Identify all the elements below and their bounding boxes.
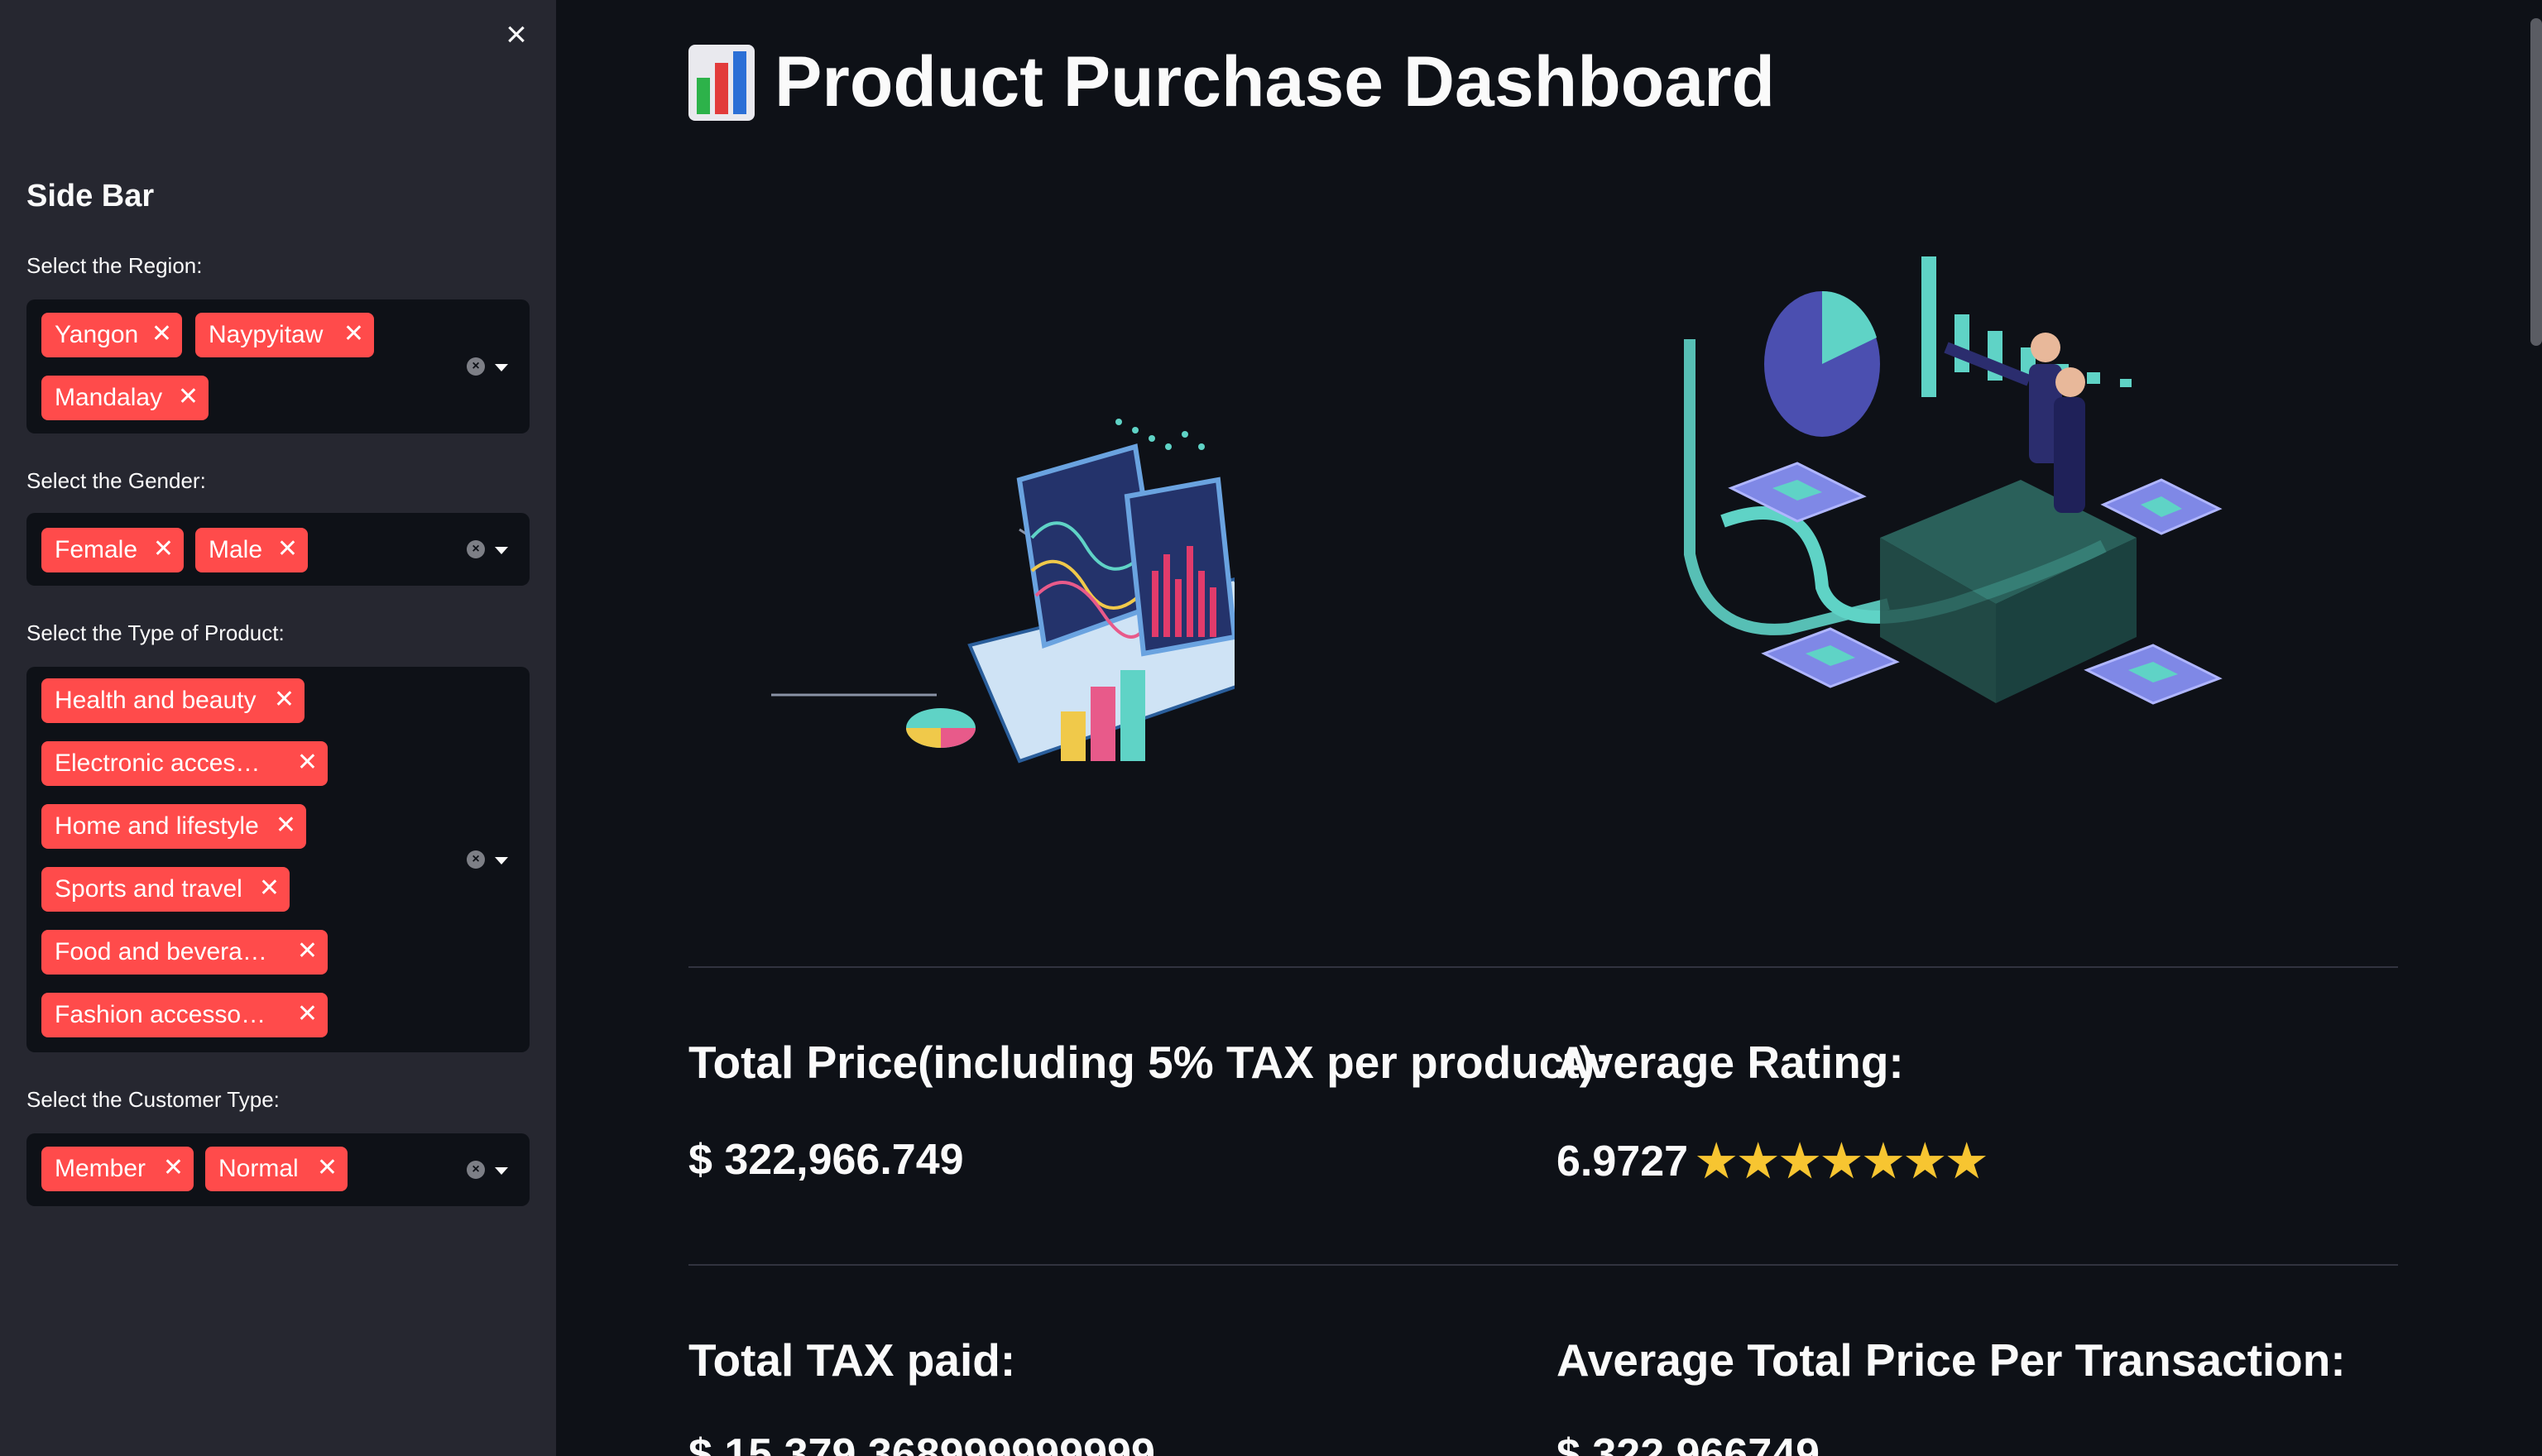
tag-label: Normal [218, 1155, 299, 1182]
remove-tag-icon[interactable]: ✕ [277, 528, 298, 571]
region-multiselect[interactable]: Yangon ✕ Naypyitaw ✕ Mandalay ✕ × [26, 299, 530, 433]
tag-label: Health and beauty [55, 687, 257, 714]
customer-type-multiselect[interactable]: Member ✕ Normal ✕ × [26, 1133, 530, 1206]
tag-label: Yangon [55, 321, 139, 348]
region-label: Select the Region: [26, 253, 203, 278]
average-rating-label: Average Rating: [1556, 1037, 1904, 1088]
product-tag: Health and beauty ✕ [41, 678, 305, 723]
rating-stars-icon: ★★★★★★★ [1696, 1137, 1988, 1186]
chevron-down-icon[interactable] [495, 364, 508, 371]
total-price-value: $ 322,966.749 [688, 1136, 964, 1184]
remove-tag-icon[interactable]: ✕ [317, 1147, 338, 1190]
total-price-label: Total Price(including 5% TAX per product… [688, 1037, 1610, 1088]
remove-tag-icon[interactable]: ✕ [178, 376, 199, 419]
product-label: Select the Type of Product: [26, 620, 285, 645]
region-tag-mandalay: Mandalay ✕ [41, 376, 209, 420]
scrollbar[interactable] [2530, 18, 2542, 346]
chevron-down-icon[interactable] [495, 857, 508, 864]
laptop-analytics-illustration [771, 419, 1235, 764]
region-tag-naypyitaw: Naypyitaw ✕ [195, 313, 374, 357]
average-rating-value: 6.9727 [1556, 1137, 1689, 1185]
chevron-down-icon[interactable] [495, 1167, 508, 1175]
remove-tag-icon[interactable]: ✕ [276, 804, 296, 847]
product-tag: Sports and travel ✕ [41, 867, 290, 912]
remove-tag-icon[interactable]: ✕ [163, 1147, 184, 1190]
tag-label: Fashion accesso… [55, 1001, 266, 1028]
gender-tag-male: Male ✕ [195, 528, 308, 572]
remove-tag-icon[interactable]: ✕ [297, 741, 318, 784]
business-people-illustration [1684, 256, 2223, 705]
tag-label: Electronic acces… [55, 750, 261, 777]
product-tag: Fashion accesso… ✕ [41, 993, 328, 1037]
customer-type-label: Select the Customer Type: [26, 1087, 280, 1112]
clear-all-icon[interactable]: × [467, 357, 485, 376]
divider [688, 1264, 2398, 1266]
divider [688, 966, 2398, 968]
remove-tag-icon[interactable]: ✕ [259, 867, 280, 910]
product-tag: Electronic acces… ✕ [41, 741, 328, 786]
product-multiselect[interactable]: Health and beauty ✕ Electronic acces… ✕ … [26, 667, 530, 1052]
bar-chart-emoji-icon [688, 44, 755, 121]
tag-label: Sports and travel [55, 875, 242, 903]
tag-label: Female [55, 536, 138, 563]
total-tax-label: Total TAX paid: [688, 1334, 1016, 1386]
avg-total-price-label: Average Total Price Per Transaction: [1556, 1334, 2346, 1386]
clear-all-icon[interactable]: × [467, 540, 485, 558]
page-title: Product Purchase Dashboard [688, 41, 1775, 123]
remove-tag-icon[interactable]: ✕ [297, 993, 318, 1036]
average-rating-row: 6.9727 ★★★★★★★ [1556, 1135, 1988, 1187]
sidebar-title: Side Bar [26, 179, 155, 213]
gender-tag-female: Female ✕ [41, 528, 184, 572]
tag-label: Home and lifestyle [55, 812, 259, 840]
product-tag: Home and lifestyle ✕ [41, 804, 306, 849]
remove-tag-icon[interactable]: ✕ [153, 528, 174, 571]
gender-multiselect[interactable]: Female ✕ Male ✕ × [26, 513, 530, 586]
tag-label: Naypyitaw [209, 321, 324, 348]
remove-tag-icon[interactable]: ✕ [274, 678, 295, 721]
sidebar: × Side Bar Select the Region: Yangon ✕ N… [0, 0, 556, 1456]
tag-label: Member [55, 1155, 146, 1182]
tag-label: Mandalay [55, 384, 163, 411]
gender-label: Select the Gender: [26, 468, 206, 493]
clear-all-icon[interactable]: × [467, 850, 485, 869]
customer-tag-normal: Normal ✕ [205, 1147, 348, 1191]
close-sidebar-icon[interactable]: × [500, 17, 533, 53]
tag-label: Male [209, 536, 263, 563]
tag-label: Food and bevera… [55, 938, 267, 965]
region-tag-yangon: Yangon ✕ [41, 313, 182, 357]
total-tax-value: $ 15,379.368999999999 [688, 1430, 1155, 1456]
remove-tag-icon[interactable]: ✕ [343, 313, 364, 356]
page-title-text: Product Purchase Dashboard [775, 42, 1776, 122]
remove-tag-icon[interactable]: ✕ [151, 313, 172, 356]
chevron-down-icon[interactable] [495, 547, 508, 554]
main-content: Product Purchase Dashboard Total Price(i… [556, 0, 2542, 1456]
avg-total-price-value: $ 322.966749 [1556, 1430, 1820, 1456]
remove-tag-icon[interactable]: ✕ [297, 930, 318, 973]
product-tag: Food and bevera… ✕ [41, 930, 328, 975]
clear-all-icon[interactable]: × [467, 1161, 485, 1179]
customer-tag-member: Member ✕ [41, 1147, 194, 1191]
